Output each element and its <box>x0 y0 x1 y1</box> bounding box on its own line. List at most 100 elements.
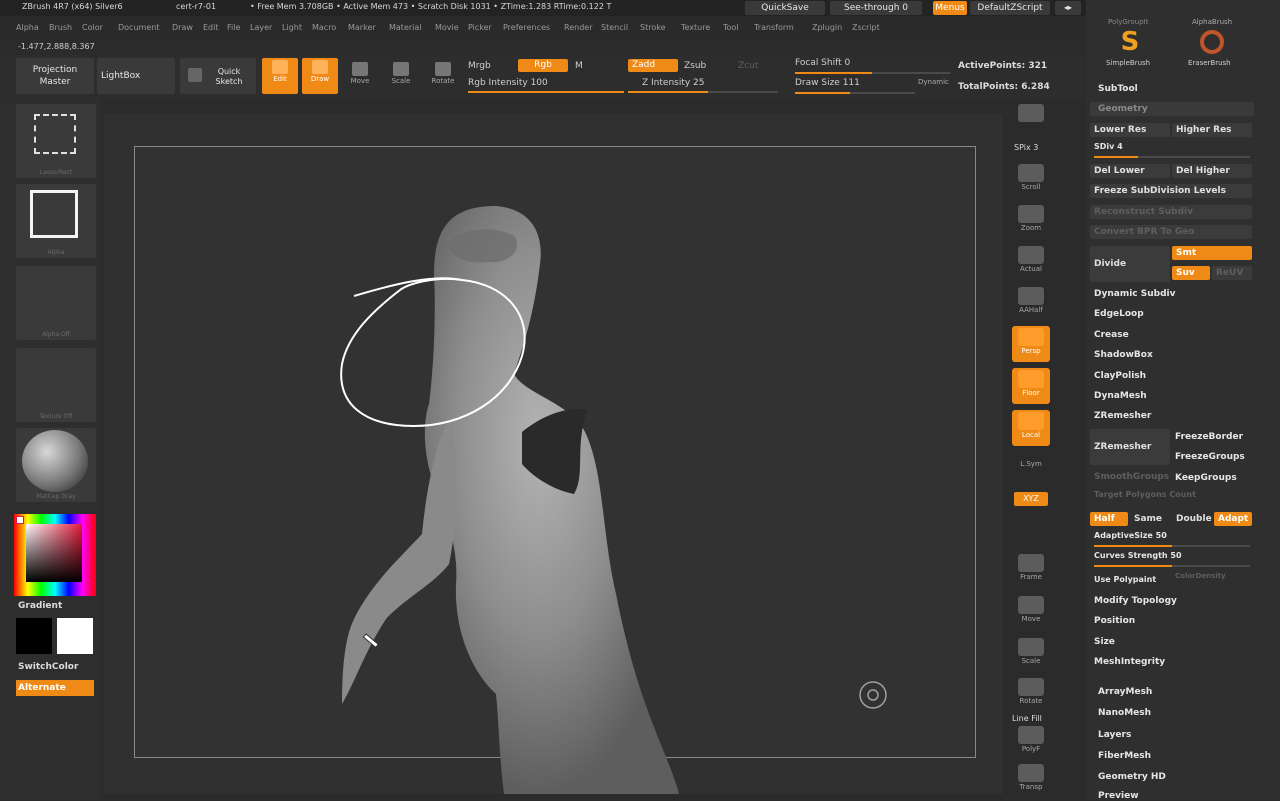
bpr-button[interactable] <box>1012 102 1050 138</box>
sdiv-slider[interactable]: SDiv 4 <box>1094 142 1123 151</box>
focal-shift-slider[interactable] <box>795 72 950 74</box>
local-button[interactable]: Local <box>1012 410 1050 446</box>
menu-marker[interactable]: Marker <box>348 23 376 32</box>
fibermesh-section[interactable]: FiberMesh <box>1098 751 1151 761</box>
edit-button[interactable]: Edit <box>262 58 298 94</box>
quick-sketch-button[interactable]: Quick Sketch <box>180 58 256 94</box>
menus-button[interactable]: Menus <box>933 1 967 15</box>
shadowbox-section[interactable]: ShadowBox <box>1094 350 1153 360</box>
zoom-button[interactable]: Zoom <box>1012 203 1050 239</box>
projection-master-button[interactable]: Projection Master <box>16 58 94 94</box>
menu-material[interactable]: Material <box>389 23 422 32</box>
menu-render[interactable]: Render <box>564 23 592 32</box>
curves-strength-track[interactable] <box>1094 565 1250 567</box>
color-picker[interactable] <box>14 514 96 596</box>
menu-file[interactable]: File <box>227 23 240 32</box>
texture-selector[interactable]: Texture Off <box>16 348 96 422</box>
quicksave-button[interactable]: QuickSave <box>745 1 825 15</box>
rgb-intensity-slider[interactable] <box>468 91 624 93</box>
freezeborder-toggle[interactable]: FreezeBorder <box>1175 432 1243 442</box>
move-button[interactable]: Move <box>342 60 378 92</box>
transp-button[interactable]: Transp <box>1012 762 1050 798</box>
menu-tool[interactable]: Tool <box>723 23 739 32</box>
move-view-button[interactable]: Move <box>1012 594 1050 630</box>
menu-stroke[interactable]: Stroke <box>640 23 666 32</box>
subtool-header[interactable]: SubTool <box>1098 84 1138 94</box>
rotate-button[interactable]: Rotate <box>425 60 461 92</box>
menu-zscript[interactable]: Zscript <box>852 23 880 32</box>
creature-model[interactable] <box>342 206 679 794</box>
actual-button[interactable]: Actual <box>1012 244 1050 280</box>
suv-toggle[interactable]: Suv <box>1172 266 1210 280</box>
claypolish-section[interactable]: ClayPolish <box>1094 371 1146 381</box>
crease-section[interactable]: Crease <box>1094 330 1129 340</box>
main-color-swatch[interactable] <box>16 618 52 654</box>
menu-transform[interactable]: Transform <box>754 23 794 32</box>
alpha-selector[interactable]: Alpha <box>16 184 96 258</box>
see-through-slider[interactable]: See-through 0 <box>830 1 922 15</box>
scale-view-button[interactable]: Scale <box>1012 636 1050 672</box>
switchcolor-button[interactable]: SwitchColor <box>18 662 78 672</box>
zsub-toggle[interactable]: Zsub <box>684 61 706 71</box>
geometry-header[interactable]: Geometry <box>1090 102 1254 116</box>
adapt-toggle[interactable]: Adapt <box>1214 512 1252 526</box>
menu-draw[interactable]: Draw <box>172 23 193 32</box>
menu-stencil[interactable]: Stencil <box>601 23 628 32</box>
layers-section[interactable]: Layers <box>1098 730 1131 740</box>
menu-light[interactable]: Light <box>282 23 302 32</box>
frame-button[interactable]: Frame <box>1012 552 1050 588</box>
sdiv-track[interactable] <box>1094 156 1250 158</box>
lower-res-button[interactable]: Lower Res <box>1090 123 1170 137</box>
floor-button[interactable]: Floor <box>1012 368 1050 404</box>
double-toggle[interactable]: Double <box>1172 512 1212 526</box>
material-selector[interactable]: MatCap Gray <box>16 428 96 502</box>
spix-slider[interactable]: SPix 3 <box>1014 143 1038 152</box>
dynamic-subdiv-section[interactable]: Dynamic Subdiv <box>1094 289 1175 299</box>
smoothgroups-toggle[interactable]: SmoothGroups <box>1094 472 1169 482</box>
arraymesh-section[interactable]: ArrayMesh <box>1098 687 1152 697</box>
colordensity-slider[interactable]: ColorDensity <box>1175 572 1226 580</box>
lightbox-button[interactable]: LightBox <box>97 58 175 94</box>
del-higher-button[interactable]: Del Higher <box>1172 164 1252 178</box>
menu-picker[interactable]: Picker <box>468 23 492 32</box>
use-polypaint-toggle[interactable]: Use Polypaint <box>1094 575 1156 584</box>
gradient-label[interactable]: Gradient <box>18 601 62 611</box>
menu-layer[interactable]: Layer <box>250 23 272 32</box>
freezegroups-toggle[interactable]: FreezeGroups <box>1175 452 1245 462</box>
dynamic-toggle[interactable]: Dynamic <box>918 78 949 86</box>
draw-size-slider[interactable] <box>795 92 915 94</box>
edgeloop-section[interactable]: EdgeLoop <box>1094 309 1144 319</box>
stroke-selector[interactable]: Lasso/Rect <box>16 104 96 178</box>
sculpt-viewport[interactable] <box>104 114 1003 794</box>
aahalf-button[interactable]: AAHalf <box>1012 285 1050 321</box>
zremesher-section[interactable]: ZRemesher <box>1094 411 1151 421</box>
polyf-button[interactable]: PolyF <box>1012 724 1050 760</box>
window-controls-icon[interactable]: ◂▸ <box>1055 1 1081 15</box>
z-intensity-slider[interactable] <box>628 91 778 93</box>
freeze-subdiv-button[interactable]: Freeze SubDivision Levels <box>1090 184 1252 198</box>
higher-res-button[interactable]: Higher Res <box>1172 123 1252 137</box>
secondary-color-swatch[interactable] <box>57 618 93 654</box>
menu-alpha[interactable]: Alpha <box>16 23 39 32</box>
same-toggle[interactable]: Same <box>1130 512 1170 526</box>
menu-brush[interactable]: Brush <box>49 23 72 32</box>
gizmo-ring-icon[interactable] <box>859 681 887 709</box>
menu-movie[interactable]: Movie <box>435 23 459 32</box>
scale-button[interactable]: Scale <box>383 60 419 92</box>
half-toggle[interactable]: Half <box>1090 512 1128 526</box>
nanomesh-section[interactable]: NanoMesh <box>1098 708 1151 718</box>
curves-strength-slider[interactable]: Curves Strength 50 <box>1094 551 1182 560</box>
color-square[interactable] <box>26 524 82 582</box>
dynamesh-section[interactable]: DynaMesh <box>1094 391 1147 401</box>
position-section[interactable]: Position <box>1094 616 1135 626</box>
adaptivesize-track[interactable] <box>1094 545 1250 547</box>
scroll-button[interactable]: Scroll <box>1012 162 1050 198</box>
adaptivesize-slider[interactable]: AdaptiveSize 50 <box>1094 531 1167 540</box>
del-lower-button[interactable]: Del Lower <box>1090 164 1170 178</box>
mrgb-toggle[interactable]: Mrgb <box>468 61 491 71</box>
persp-button[interactable]: Persp <box>1012 326 1050 362</box>
menu-texture[interactable]: Texture <box>681 23 710 32</box>
m-toggle[interactable]: M <box>575 61 583 71</box>
reconstruct-subdiv-button[interactable]: Reconstruct Subdiv <box>1090 205 1252 219</box>
menu-zplugin[interactable]: Zplugin <box>812 23 842 32</box>
